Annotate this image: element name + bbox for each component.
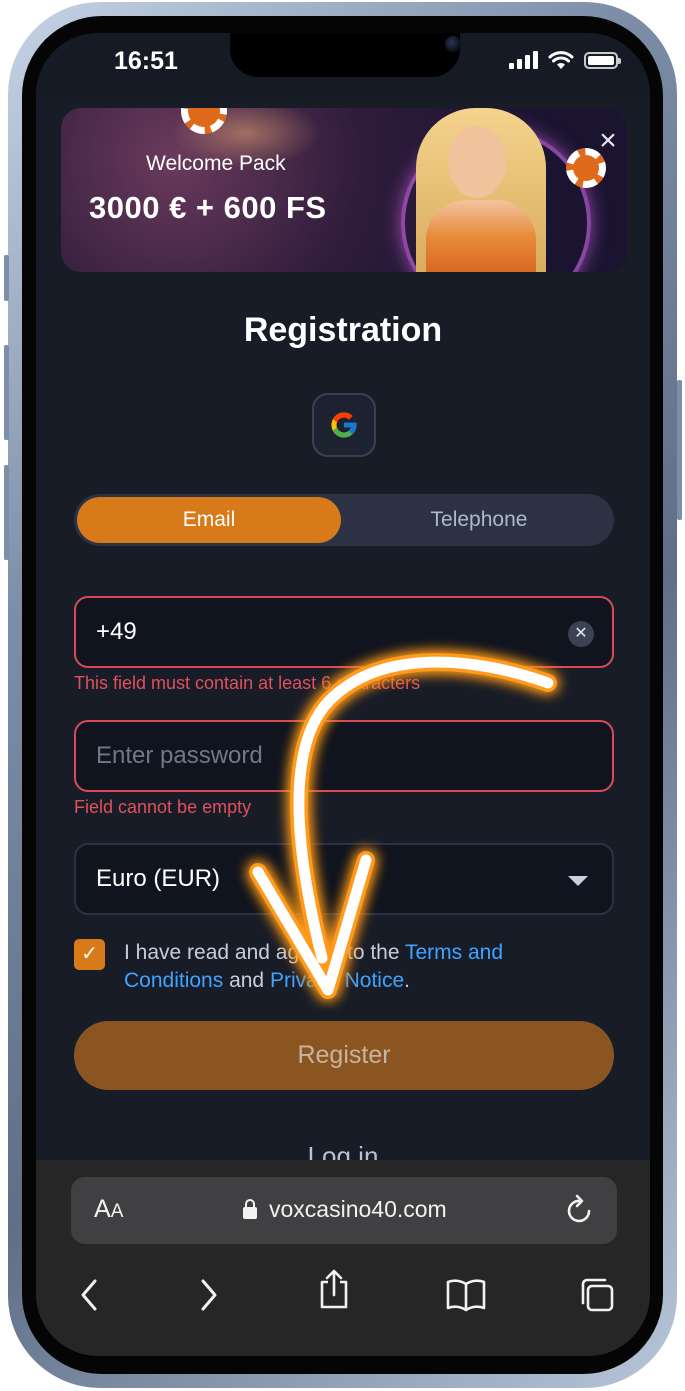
tab-email[interactable]: Email bbox=[77, 497, 341, 543]
status-bar: 16:51 bbox=[36, 33, 650, 96]
contact-input-value: +49 bbox=[96, 618, 137, 645]
password-error-message: Field cannot be empty bbox=[74, 797, 252, 817]
text-size-label-big: A bbox=[94, 1195, 111, 1223]
banner-model-body bbox=[426, 200, 536, 272]
status-time: 16:51 bbox=[114, 47, 178, 75]
status-icons bbox=[509, 50, 621, 70]
terms-text-before: I have read and agreed to the bbox=[124, 941, 405, 964]
privacy-link[interactable]: Privacy Notice bbox=[270, 969, 404, 992]
side-button bbox=[4, 345, 9, 440]
currency-select[interactable]: Euro (EUR) bbox=[74, 843, 614, 915]
google-icon bbox=[331, 412, 357, 438]
forward-icon[interactable] bbox=[184, 1270, 234, 1320]
contact-input[interactable]: +49 ✕ bbox=[74, 596, 614, 668]
banner-model-face bbox=[448, 126, 506, 198]
banner-headline: Welcome Pack bbox=[146, 152, 286, 175]
password-placeholder: Enter password bbox=[96, 742, 263, 769]
terms-checkbox[interactable]: ✓ bbox=[74, 939, 105, 970]
checkmark-icon: ✓ bbox=[81, 943, 98, 965]
dynamic-island bbox=[230, 33, 461, 77]
google-login-button[interactable] bbox=[312, 393, 376, 457]
password-input[interactable]: Enter password bbox=[74, 720, 614, 792]
chevron-down-icon bbox=[568, 876, 588, 886]
browser-nav-row bbox=[36, 1269, 650, 1330]
welcome-banner[interactable]: Welcome Pack 3000 € + 600 FS × bbox=[61, 108, 627, 272]
back-icon[interactable] bbox=[64, 1270, 114, 1320]
side-button bbox=[4, 465, 9, 560]
bookmarks-icon[interactable] bbox=[441, 1270, 491, 1320]
terms-text: I have read and agreed to the Terms and … bbox=[124, 939, 574, 995]
close-icon[interactable]: × bbox=[595, 126, 621, 156]
wifi-icon bbox=[548, 51, 574, 69]
register-button[interactable]: Register bbox=[74, 1021, 614, 1090]
url-text: voxcasino40.com bbox=[269, 1196, 447, 1222]
terms-text-middle: and bbox=[223, 969, 270, 992]
reload-icon[interactable] bbox=[565, 1194, 595, 1226]
tabs-icon[interactable] bbox=[572, 1270, 622, 1320]
battery-icon bbox=[584, 51, 621, 69]
front-camera bbox=[445, 36, 461, 52]
terms-text-after: . bbox=[404, 969, 410, 992]
phone-screen: 16:51 Welcome Pack 3000 € + 600 FS × Reg… bbox=[36, 33, 650, 1356]
page-title: Registration bbox=[243, 311, 443, 349]
side-button bbox=[677, 380, 682, 520]
side-button bbox=[4, 255, 9, 301]
text-size-button[interactable]: AA bbox=[94, 1195, 123, 1224]
share-icon[interactable] bbox=[309, 1264, 359, 1314]
clear-input-icon[interactable]: ✕ bbox=[568, 621, 594, 647]
address-bar[interactable]: AA voxcasino40.com bbox=[71, 1177, 617, 1244]
browser-toolbar: AA voxcasino40.com bbox=[36, 1160, 650, 1356]
signal-icon bbox=[509, 51, 538, 69]
registration-method-tabs: Email Telephone bbox=[74, 494, 614, 546]
tab-telephone[interactable]: Telephone bbox=[347, 497, 611, 543]
lock-icon bbox=[243, 1199, 257, 1219]
text-size-label-small: A bbox=[110, 1201, 124, 1222]
currency-select-value: Euro (EUR) bbox=[96, 865, 221, 892]
contact-error-message: This field must contain at least 6 chara… bbox=[74, 673, 421, 693]
banner-offer: 3000 € + 600 FS bbox=[89, 190, 327, 225]
